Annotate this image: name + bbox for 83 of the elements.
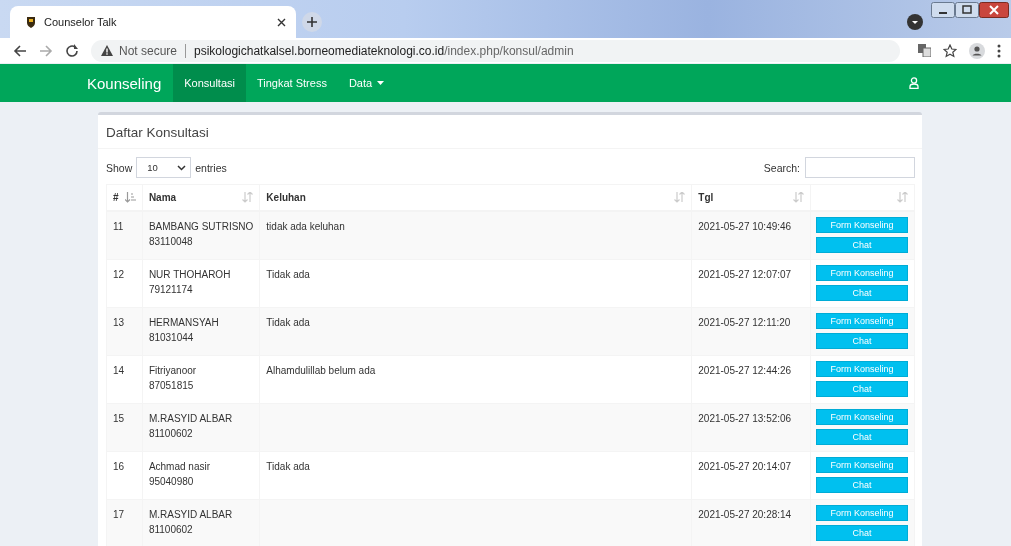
- row-number: 13: [113, 317, 125, 328]
- row-number: 12: [113, 269, 125, 280]
- panel-title: Daftar Konsultasi: [106, 125, 209, 140]
- user-icon[interactable]: [909, 77, 919, 89]
- form-button[interactable]: Form Konseling: [816, 457, 908, 473]
- chat-button[interactable]: Chat: [816, 477, 908, 493]
- chat-button[interactable]: Chat: [816, 525, 908, 541]
- chat-button[interactable]: Chat: [816, 429, 908, 445]
- id-number: 87051815: [148, 379, 195, 393]
- close-icon[interactable]: [277, 17, 286, 27]
- browser-tab[interactable]: Counselor Talk: [10, 6, 296, 38]
- column-header[interactable]: #: [113, 192, 119, 203]
- name-text: M.RASYID ALBAR: [148, 412, 234, 426]
- star-icon[interactable]: [943, 43, 957, 58]
- shield-icon: [26, 16, 36, 28]
- id-number: 81100602: [148, 427, 194, 441]
- date-text: 2021-05-27 20:28:14: [698, 509, 792, 520]
- id-number: 81031044: [148, 331, 195, 345]
- translate-icon[interactable]: [918, 44, 931, 57]
- name-text: BAMBANG SUTRISNO: [148, 220, 254, 234]
- show-label: Show: [106, 161, 133, 174]
- search-field[interactable]: [805, 157, 915, 178]
- chat-button[interactable]: Chat: [816, 237, 908, 253]
- form-button[interactable]: Form Konseling: [816, 265, 908, 281]
- complaint-text: tidak ada keluhan: [266, 221, 345, 232]
- complaint-text: Tidak ada: [266, 317, 310, 328]
- entries-select[interactable]: 10: [136, 157, 192, 178]
- maximize-icon[interactable]: [955, 2, 979, 18]
- form-button[interactable]: Form Konseling: [816, 505, 908, 521]
- form-button[interactable]: Form Konseling: [816, 409, 908, 425]
- more-icon[interactable]: [997, 43, 1001, 58]
- close-icon[interactable]: [979, 2, 1009, 18]
- form-button[interactable]: Form Konseling: [816, 361, 908, 377]
- search-label: Search:: [763, 161, 800, 174]
- account-icon[interactable]: [969, 42, 985, 59]
- date-text: 2021-05-27 12:44:26: [698, 365, 792, 376]
- id-number: 79121174: [148, 283, 194, 297]
- date-text: 2021-05-27 12:11:20: [698, 317, 791, 328]
- row-number: 16: [113, 461, 125, 472]
- reload-icon[interactable]: [65, 43, 79, 58]
- date-text: 2021-05-27 20:14:07: [698, 461, 792, 472]
- nav-item[interactable]: Tingkat Stress: [246, 64, 338, 102]
- id-number: 81100602: [148, 523, 194, 537]
- chevron-icon: [177, 164, 187, 171]
- nav-item[interactable]: Data: [337, 64, 396, 102]
- complaint-text: Tidak ada: [266, 269, 310, 280]
- complaint-text: Tidak ada: [266, 461, 310, 472]
- tab-title: Counselor Talk: [44, 16, 118, 28]
- sort-ascending-icon[interactable]: [124, 192, 136, 203]
- row-number: 14: [113, 365, 125, 376]
- form-button[interactable]: Form Konseling: [816, 217, 908, 233]
- profile-icon[interactable]: [907, 14, 923, 30]
- chat-button[interactable]: Chat: [816, 333, 908, 349]
- minimize-icon[interactable]: [931, 2, 955, 18]
- date-text: 2021-05-27 10:49:46: [698, 221, 792, 232]
- column-header[interactable]: Tgl: [698, 192, 714, 203]
- name-text: NUR THOHAROH: [148, 268, 232, 282]
- form-button[interactable]: Form Konseling: [816, 313, 908, 329]
- id-number: 83110048: [148, 235, 194, 249]
- name-text: M.RASYID ALBAR: [148, 508, 234, 522]
- date-text: 2021-05-27 12:07:07: [698, 269, 792, 280]
- row-number: 11: [113, 221, 124, 232]
- chat-button[interactable]: Chat: [816, 381, 908, 397]
- chat-button[interactable]: Chat: [816, 285, 908, 301]
- new-tab-icon[interactable]: [302, 12, 322, 32]
- row-number: 15: [113, 413, 125, 424]
- name-text: HERMANSYAH: [148, 316, 220, 330]
- name-text: Fitriyanoor: [148, 364, 198, 378]
- row-number: 17: [113, 509, 125, 520]
- column-header[interactable]: Nama: [148, 192, 177, 203]
- warning-icon: [101, 45, 113, 56]
- back-icon[interactable]: [13, 43, 27, 58]
- column-header[interactable]: Keluhan: [266, 192, 306, 203]
- security-label: Not secure: [119, 43, 178, 58]
- nav-item[interactable]: Konsultasi: [173, 64, 246, 102]
- url-text: psikologichatkalsel.borneomediateknologi.co.id/index.php/konsul/admin: [194, 43, 574, 58]
- entries-label: entries: [195, 161, 227, 174]
- brand-title[interactable]: Kounseling: [87, 74, 162, 92]
- complaint-text: Alhamdulillab belum ada: [266, 365, 376, 376]
- name-text: Achmad nasir: [148, 460, 211, 474]
- date-text: 2021-05-27 13:52:06: [698, 413, 792, 424]
- address-field[interactable]: Not secure psikologichatkalsel.borneomediateknologi.co.id/index.php/konsul/admin: [91, 39, 900, 62]
- id-number: 95040980: [148, 475, 195, 489]
